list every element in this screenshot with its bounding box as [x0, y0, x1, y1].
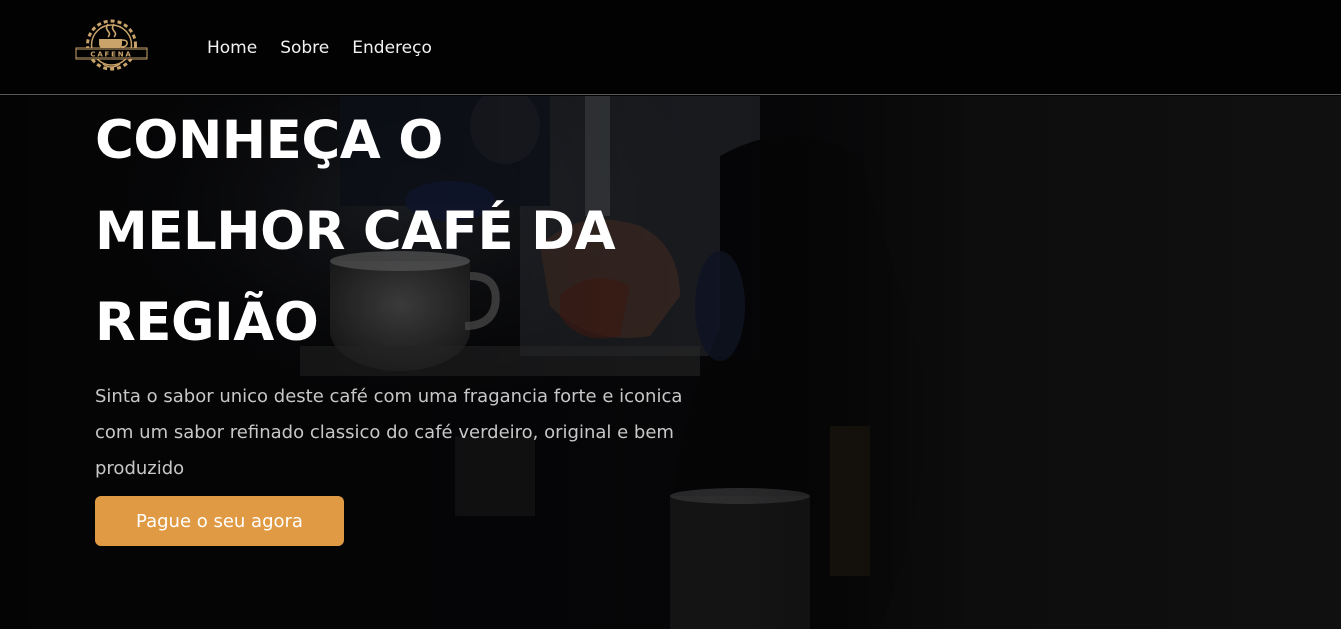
hero-title: CONHEÇA O MELHOR CAFÉ DA REGIÃO [95, 110, 616, 353]
coffee-cup-logo-icon: CAFENA [75, 19, 148, 71]
site-header: CAFENA Home Sobre Endereço [0, 0, 1341, 95]
logo-text: CAFENA [90, 50, 132, 58]
hero-description: Sinta o sabor unico deste café com uma f… [95, 386, 683, 479]
page: CAFENA Home Sobre Endereço CONHEÇA O MEL… [0, 0, 1341, 629]
cafena-logo[interactable]: CAFENA [73, 14, 150, 76]
nav-link-home[interactable]: Home [207, 38, 257, 58]
nav-link-endereco[interactable]: Endereço [352, 38, 432, 58]
main-nav: Home Sobre Endereço [207, 35, 432, 61]
hero-content: CONHEÇA O MELHOR CAFÉ DA REGIÃO Sinta o … [95, 96, 735, 546]
buy-now-button[interactable]: Pague o seu agora [95, 496, 344, 546]
nav-link-sobre[interactable]: Sobre [280, 38, 329, 58]
